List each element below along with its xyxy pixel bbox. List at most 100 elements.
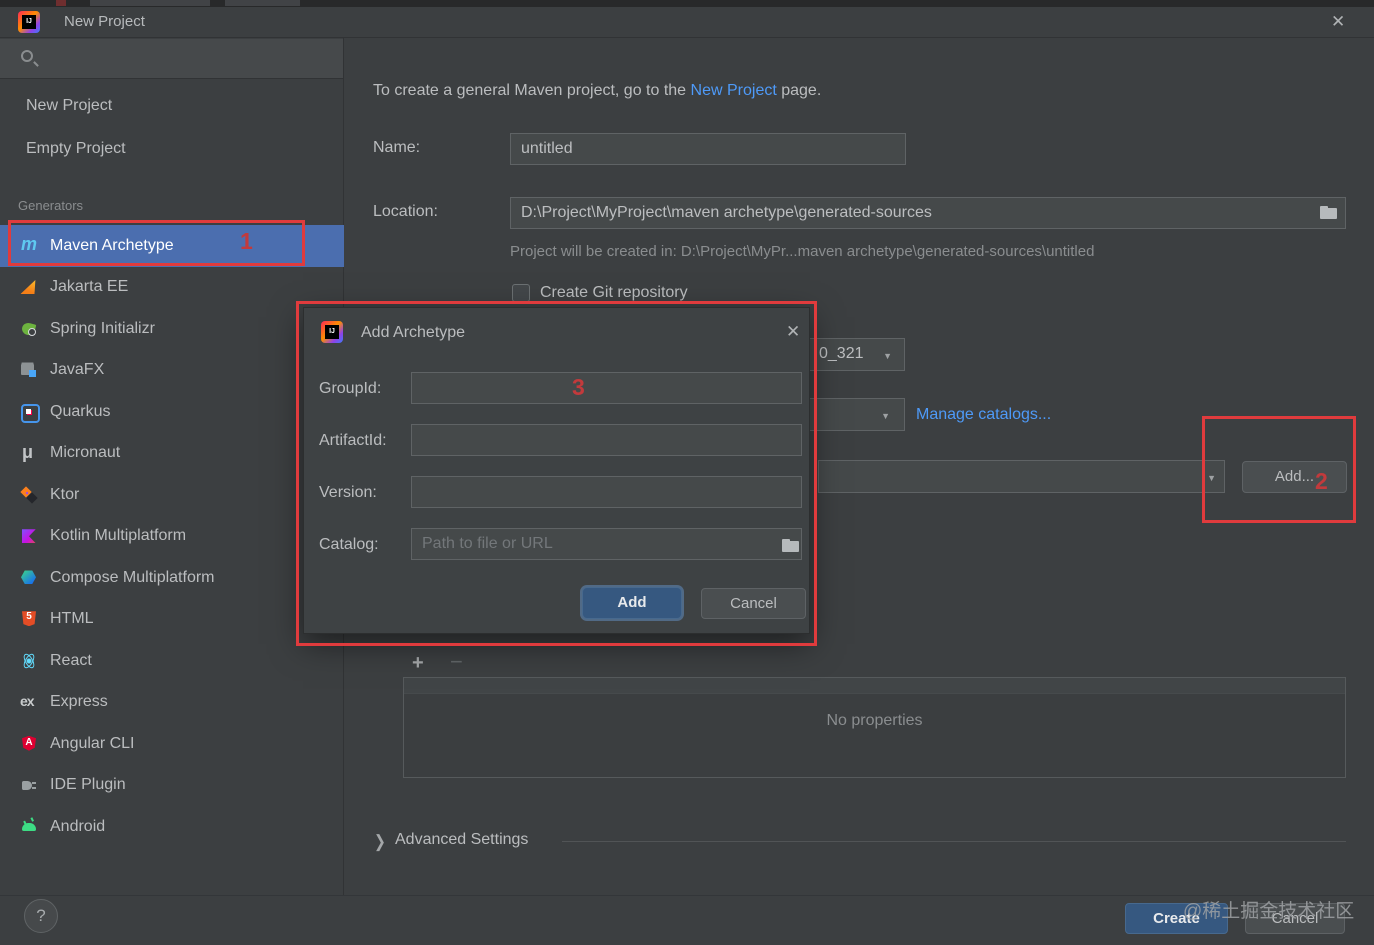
dialog-cancel-button[interactable]: Cancel	[701, 588, 806, 619]
sidebar-item-label: Express	[50, 693, 108, 711]
chevron-down-icon: ▼	[881, 411, 890, 421]
quarkus-icon	[20, 403, 40, 423]
watermark: @稀土掘金技术社区	[1183, 901, 1355, 922]
location-label: Location:	[373, 203, 438, 220]
intellij-logo-icon	[321, 321, 343, 343]
sidebar-item-express[interactable]: Express	[0, 682, 344, 724]
jdk-dropdown-value: 0_321	[819, 345, 864, 362]
artifactid-input[interactable]	[411, 424, 802, 456]
divider	[562, 841, 1346, 842]
ktor-icon	[20, 486, 38, 504]
sidebar-item-kotlin-multiplatform[interactable]: Kotlin Multiplatform	[0, 516, 344, 558]
version-label: Version:	[319, 484, 377, 501]
sidebar-item-angular-cli[interactable]: Angular CLI	[0, 723, 344, 765]
sidebar-item-label: Jakarta EE	[50, 278, 129, 296]
new-project-window: New Project ✕ New Project Empty Project …	[0, 0, 1374, 945]
sidebar-item-micronaut[interactable]: Micronaut	[0, 433, 344, 475]
maven-icon	[20, 234, 38, 255]
add-archetype-button[interactable]: Add...	[1242, 461, 1347, 493]
sidebar-item-label: Micronaut	[50, 444, 121, 462]
sidebar-item-label: IDE Plugin	[50, 776, 126, 794]
sidebar-item-jakarta-ee[interactable]: Jakarta EE	[0, 267, 344, 309]
folder-browse-icon[interactable]	[1320, 206, 1338, 219]
name-label: Name:	[373, 139, 421, 156]
properties-table-header	[404, 678, 1345, 694]
javafx-icon	[20, 361, 38, 379]
sidebar-item-label: Quarkus	[50, 402, 111, 420]
sidebar-item-spring-initializr[interactable]: Spring Initializr	[0, 308, 344, 350]
git-repository-checkbox[interactable]	[512, 284, 530, 302]
annotation-number-2: 2	[1315, 468, 1328, 494]
sidebar-item-quarkus[interactable]: Quarkus	[0, 391, 344, 433]
add-archetype-dialog: Add Archetype ✕ GroupId: ArtifactId: Ver…	[303, 307, 810, 634]
sidebar-item-react[interactable]: React	[0, 640, 344, 682]
sidebar-item-android[interactable]: Android	[0, 806, 344, 848]
micronaut-icon	[20, 442, 38, 463]
jakarta-icon	[20, 278, 38, 296]
express-icon	[20, 693, 38, 711]
new-project-link[interactable]: New Project	[691, 82, 777, 99]
sidebar-item-label: HTML	[50, 610, 94, 628]
name-input[interactable]	[510, 133, 906, 165]
close-icon[interactable]: ✕	[786, 323, 800, 340]
groupid-input[interactable]	[411, 372, 802, 404]
chevron-right-icon: ❯	[374, 831, 386, 851]
title-bar: New Project ✕	[0, 7, 1374, 38]
search-icon	[21, 50, 33, 62]
search-input[interactable]	[0, 39, 343, 79]
sidebar-item-ktor[interactable]: Ktor	[0, 474, 344, 516]
advanced-settings-toggle[interactable]: Advanced Settings	[395, 831, 528, 849]
sidebar-item-empty-project[interactable]: Empty Project	[0, 131, 343, 167]
sidebar-item-label: Spring Initializr	[50, 319, 155, 337]
kotlin-icon	[20, 527, 38, 545]
version-input[interactable]	[411, 476, 802, 508]
sidebar-item-label: JavaFX	[50, 361, 105, 379]
dialog-add-button[interactable]: Add	[582, 587, 682, 619]
generator-list: Maven Archetype Jakarta EE Spring Initiali…	[0, 225, 344, 848]
sidebar-item-label: Kotlin Multiplatform	[50, 527, 187, 545]
sidebar-item-ide-plugin[interactable]: IDE Plugin	[0, 765, 344, 807]
add-property-icon[interactable]: +	[412, 653, 432, 673]
properties-table: No properties	[403, 677, 1346, 778]
chevron-down-icon: ▼	[1207, 473, 1216, 483]
window-title: New Project	[64, 13, 145, 30]
git-repository-label: Create Git repository	[540, 284, 688, 301]
dialog-title: Add Archetype	[361, 324, 466, 341]
artifactid-label: ArtifactId:	[319, 432, 387, 449]
chevron-down-icon: ▼	[883, 351, 892, 361]
compose-icon	[20, 569, 38, 587]
remove-property-icon[interactable]: −	[450, 651, 470, 673]
intro-text: To create a general Maven project, go to…	[373, 82, 822, 99]
android-icon	[20, 818, 38, 836]
divider	[0, 895, 1374, 896]
plugin-icon	[20, 776, 38, 794]
html-icon	[20, 610, 38, 628]
close-icon[interactable]: ✕	[1331, 13, 1345, 30]
sidebar-item-label: Angular CLI	[50, 734, 135, 752]
sidebar-item-label: React	[50, 651, 92, 669]
folder-browse-icon[interactable]	[782, 539, 800, 552]
sidebar-item-maven-archetype[interactable]: Maven Archetype	[0, 225, 344, 267]
annotation-number-1: 1	[240, 228, 253, 254]
angular-icon	[20, 735, 38, 753]
spring-icon	[20, 320, 38, 338]
sidebar-item-html[interactable]: HTML	[0, 599, 344, 641]
catalog-label: Catalog:	[319, 536, 379, 553]
generators-section-label: Generators	[18, 198, 84, 213]
background-window-strip	[0, 0, 1374, 7]
sidebar: New Project Empty Project Generators Mav…	[0, 38, 344, 895]
sidebar-item-compose-multiplatform[interactable]: Compose Multiplatform	[0, 557, 344, 599]
location-input[interactable]	[510, 197, 1346, 229]
intellij-logo-icon	[18, 11, 40, 33]
sidebar-item-label: Android	[50, 817, 106, 835]
location-hint: Project will be created in: D:\Project\M…	[510, 243, 1095, 260]
sidebar-item-javafx[interactable]: JavaFX	[0, 350, 344, 392]
annotation-number-3: 3	[572, 374, 585, 400]
sidebar-item-new-project[interactable]: New Project	[0, 88, 343, 124]
sidebar-item-label: Maven Archetype	[50, 236, 174, 254]
catalog-path-input[interactable]	[411, 528, 802, 560]
groupid-label: GroupId:	[319, 380, 382, 397]
archetype-dropdown[interactable]: ▼	[818, 460, 1225, 493]
help-button[interactable]: ?	[24, 899, 58, 933]
manage-catalogs-link[interactable]: Manage catalogs...	[916, 406, 1051, 424]
